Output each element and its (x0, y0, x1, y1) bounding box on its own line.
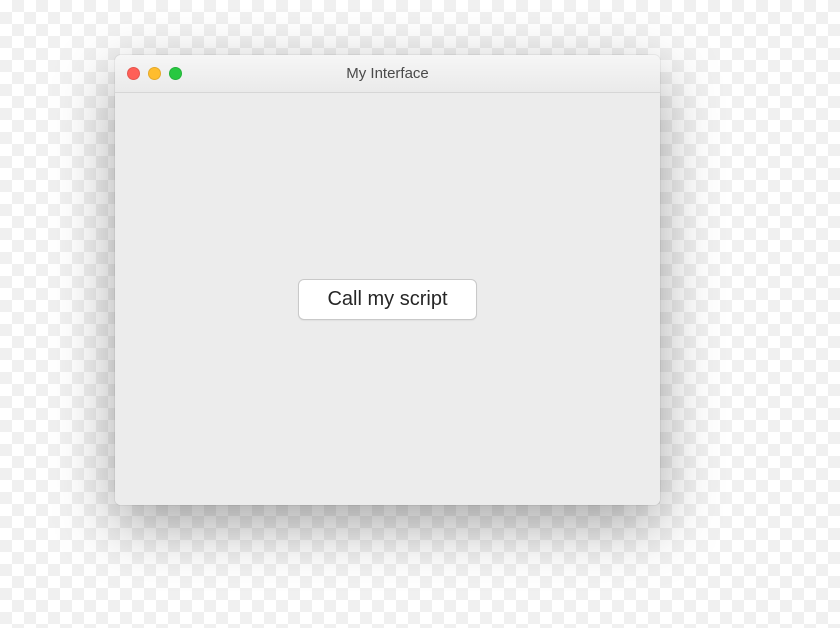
window-body: Call my script (115, 93, 660, 505)
call-script-button[interactable]: Call my script (298, 279, 476, 320)
app-window: My Interface Call my script (115, 55, 660, 505)
titlebar[interactable]: My Interface (115, 55, 660, 93)
window-title: My Interface (115, 65, 660, 82)
traffic-lights (127, 67, 182, 80)
close-icon[interactable] (127, 67, 140, 80)
minimize-icon[interactable] (148, 67, 161, 80)
maximize-icon[interactable] (169, 67, 182, 80)
